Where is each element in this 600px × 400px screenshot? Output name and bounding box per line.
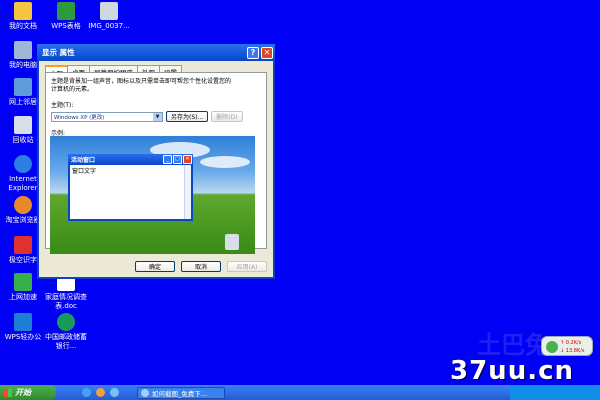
media-quicklaunch-icon[interactable] (96, 388, 105, 397)
theme-description: 主题是背景加一组声音，图标以及只需单击即可帮您个性化设置您的计算机的元素。 (51, 78, 232, 93)
system-tray (510, 385, 600, 400)
preview-window-title: 活动窗口 (71, 157, 96, 164)
watermark-faint: 土巴兔 (477, 331, 549, 359)
help-button[interactable]: ? (247, 46, 259, 59)
dialog-title: 显示 属性 (42, 48, 75, 57)
desktop-icon-label: 我的文档 (9, 22, 37, 30)
taskbar-item-label: 如何截图_免费下... (152, 389, 207, 398)
apply-button: 应用(A) (227, 261, 267, 272)
minimize-icon: _ (163, 155, 172, 164)
close-icon: ✕ (183, 155, 192, 164)
maximize-icon: □ (173, 155, 182, 164)
desktop-icon-label: 上网加速 (9, 293, 37, 301)
theme-select-value: Windows XP (更改) (54, 114, 105, 121)
dialog-titlebar[interactable]: 显示 属性 ? ✕ (37, 44, 275, 61)
start-label: 开始 (15, 388, 31, 397)
computer-icon (14, 41, 32, 59)
save-as-button[interactable]: 另存为(S)... (166, 111, 209, 122)
close-button[interactable]: ✕ (261, 46, 273, 59)
chevron-down-icon[interactable]: ▼ (153, 112, 162, 121)
browser-icon (141, 388, 149, 397)
internet-explorer-icon (14, 155, 32, 173)
display-properties-dialog: 显示 属性 ? ✕ 主题 桌面 屏幕保护程序 外观 设置 主题是背景加一组声音，… (37, 44, 275, 279)
desktop-icon-postal-bank[interactable]: 中国邮政储蓄银行... (42, 313, 90, 351)
taskbar: 开始 如何截图_免费下... (0, 385, 600, 400)
ocr-app-icon (14, 236, 32, 254)
folder-icon (14, 2, 32, 20)
download-speed: ↓ 13.8K/s (560, 348, 585, 354)
desktop-quicklaunch-icon[interactable] (110, 388, 119, 397)
browser-icon (14, 196, 32, 214)
theme-label: 主题(T): (51, 102, 74, 109)
upload-speed: ↑ 0.2K/s (560, 340, 582, 346)
desktop-icon-label: IMG_0037... (88, 22, 130, 30)
image-file-icon (100, 2, 118, 20)
start-button[interactable]: 开始 (0, 385, 56, 400)
desktop-icon-wps-sheet[interactable]: WPS表格 (43, 2, 89, 31)
network-icon (14, 78, 32, 96)
quick-launch (82, 388, 119, 397)
taskbar-item[interactable]: 如何截图_免费下... (137, 386, 225, 399)
theme-select[interactable]: Windows XP (更改) ▼ (51, 111, 163, 122)
watermark: 37uu.cn (450, 356, 574, 386)
desktop-icon-label: 中国邮政储蓄银行... (45, 333, 87, 350)
preview-window-titlebar: 活动窗口 _ □ ✕ (68, 154, 193, 165)
ok-button[interactable]: 确定 (135, 261, 175, 272)
desktop-icon-image-file[interactable]: IMG_0037... (86, 2, 132, 31)
cloud-shape (200, 156, 250, 168)
recycle-bin-icon (225, 234, 239, 250)
wps-icon (14, 313, 32, 331)
desktop-icon-label: 家庭情况调查表.doc (45, 293, 87, 310)
windows-flag-icon (4, 388, 12, 397)
desktop-icon-label: WPS表格 (51, 22, 81, 30)
desktop-icon-my-documents[interactable]: 我的文档 (0, 2, 46, 31)
spreadsheet-icon (57, 2, 75, 20)
ie-quicklaunch-icon[interactable] (82, 388, 91, 397)
delete-button: 删除(D) (211, 111, 243, 122)
recycle-bin-icon (14, 116, 32, 134)
desktop-icon-label: WPS轻办公 (4, 333, 42, 341)
accelerator-icon (14, 273, 32, 291)
desktop-icon-wps-office[interactable]: WPS轻办公 (0, 313, 46, 342)
bank-icon (57, 313, 75, 331)
preview-active-window: 活动窗口 _ □ ✕ 窗口文字 (68, 154, 193, 221)
preview-scrollbar (184, 165, 191, 219)
preview-window-text: 窗口文字 (72, 168, 97, 175)
cancel-button[interactable]: 取消 (181, 261, 221, 272)
theme-preview: 活动窗口 _ □ ✕ 窗口文字 (50, 136, 255, 254)
